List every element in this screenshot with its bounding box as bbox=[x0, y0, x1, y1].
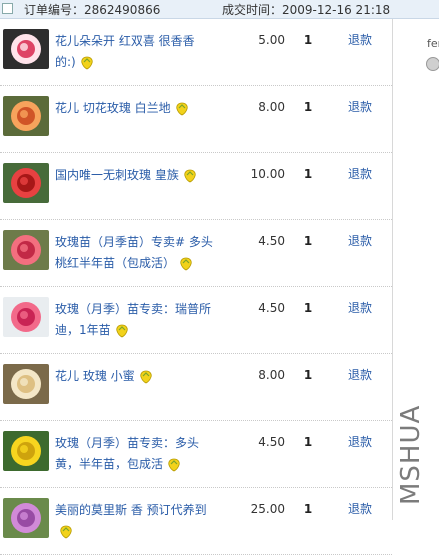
product-quantity: 1 bbox=[303, 100, 313, 114]
product-thumbnail[interactable] bbox=[3, 364, 49, 404]
order-item-row: 国内唯一无刺玫瑰 皇族 10.00 1 退款 bbox=[0, 153, 392, 220]
shop-tag-icon bbox=[111, 323, 129, 337]
shop-tag-icon bbox=[179, 168, 197, 182]
product-title[interactable]: 国内唯一无刺玫瑰 皇族 bbox=[55, 168, 179, 182]
product-thumbnail[interactable] bbox=[3, 498, 49, 538]
order-item-row: 花儿朵朵开 红双喜 很香香的:) 5.00 1 退款 bbox=[0, 19, 392, 86]
refund-link[interactable]: 退款 bbox=[348, 232, 372, 249]
product-title-link[interactable]: 玫瑰苗（月季苗）专卖# 多头桃红半年苗（包成活） bbox=[55, 232, 215, 274]
wangwang-icon[interactable] bbox=[426, 57, 439, 71]
product-quantity: 1 bbox=[303, 167, 313, 181]
order-items-list: 花儿朵朵开 红双喜 很香香的:) 5.00 1 退款 花儿 切花玫瑰 白兰地 8.00 1 退… bbox=[0, 19, 392, 555]
shop-tag-icon bbox=[55, 524, 73, 538]
refund-link[interactable]: 退款 bbox=[348, 366, 372, 383]
order-item-row: 美丽的莫里斯 香 预订代养到 25.00 1 退款 bbox=[0, 488, 392, 555]
product-quantity: 1 bbox=[303, 301, 313, 315]
order-checkbox[interactable] bbox=[2, 3, 13, 14]
refund-link[interactable]: 退款 bbox=[348, 98, 372, 115]
refund-link[interactable]: 退款 bbox=[348, 500, 372, 517]
order-header: 订单编号：2862490866 成交时间：2009-12-16 21:18 bbox=[0, 0, 439, 19]
order-number: 订单编号：2862490866 bbox=[24, 3, 161, 17]
shop-tag-icon bbox=[171, 101, 189, 115]
product-price: 4.50 bbox=[258, 435, 285, 449]
product-thumbnail[interactable] bbox=[3, 230, 49, 270]
product-title[interactable]: 玫瑰（月季）苗专卖：瑞普所迪，1年苗 bbox=[55, 302, 211, 337]
watermark: MSHUA bbox=[396, 404, 426, 505]
shop-tag-icon bbox=[135, 369, 153, 383]
order-item-row: 花儿 切花玫瑰 白兰地 8.00 1 退款 bbox=[0, 86, 392, 153]
shop-tag-icon bbox=[175, 256, 193, 270]
product-quantity: 1 bbox=[303, 502, 313, 516]
refund-link[interactable]: 退款 bbox=[348, 31, 372, 48]
product-title-link[interactable]: 玫瑰（月季）苗专卖：瑞普所迪，1年苗 bbox=[55, 299, 215, 341]
order-time: 成交时间：2009-12-16 21:18 bbox=[222, 3, 391, 17]
product-price: 10.00 bbox=[250, 167, 285, 181]
refund-link[interactable]: 退款 bbox=[348, 299, 372, 316]
product-title-link[interactable]: 玫瑰（月季）苗专卖：多头黄，半年苗，包成活 bbox=[55, 433, 215, 475]
product-price: 8.00 bbox=[258, 100, 285, 114]
product-quantity: 1 bbox=[303, 368, 313, 382]
product-quantity: 1 bbox=[303, 435, 313, 449]
order-item-row: 玫瑰（月季）苗专卖：瑞普所迪，1年苗 4.50 1 退款 bbox=[0, 287, 392, 354]
product-title-link[interactable]: 花儿 切花玫瑰 白兰地 bbox=[55, 98, 215, 119]
product-price: 4.50 bbox=[258, 234, 285, 248]
refund-link[interactable]: 退款 bbox=[348, 165, 372, 182]
order-item-row: 玫瑰苗（月季苗）专卖# 多头桃红半年苗（包成活） 4.50 1 退款 bbox=[0, 220, 392, 287]
product-thumbnail[interactable] bbox=[3, 96, 49, 136]
product-thumbnail[interactable] bbox=[3, 431, 49, 471]
product-title[interactable]: 美丽的莫里斯 香 预订代养到 bbox=[55, 503, 207, 517]
product-title-link[interactable]: 国内唯一无刺玫瑰 皇族 bbox=[55, 165, 215, 186]
product-price: 25.00 bbox=[250, 502, 285, 516]
product-price: 4.50 bbox=[258, 301, 285, 315]
product-thumbnail[interactable] bbox=[3, 297, 49, 337]
product-quantity: 1 bbox=[303, 234, 313, 248]
product-price: 5.00 bbox=[258, 33, 285, 47]
order-item-row: 玫瑰（月季）苗专卖：多头黄，半年苗，包成活 4.50 1 退款 bbox=[0, 421, 392, 488]
shop-tag-icon bbox=[76, 55, 94, 69]
product-price: 8.00 bbox=[258, 368, 285, 382]
product-quantity: 1 bbox=[303, 33, 313, 47]
order-item-row: 花儿 玫瑰 小蜜 8.00 1 退款 bbox=[0, 354, 392, 421]
seller-name[interactable]: fen bbox=[427, 37, 439, 50]
column-divider bbox=[392, 19, 393, 520]
product-title[interactable]: 花儿 切花玫瑰 白兰地 bbox=[55, 101, 171, 115]
product-title[interactable]: 花儿 玫瑰 小蜜 bbox=[55, 369, 135, 383]
shop-tag-icon bbox=[163, 457, 181, 471]
product-title-link[interactable]: 花儿朵朵开 红双喜 很香香的:) bbox=[55, 31, 215, 73]
product-title-link[interactable]: 美丽的莫里斯 香 预订代养到 bbox=[55, 500, 215, 542]
product-thumbnail[interactable] bbox=[3, 29, 49, 69]
product-thumbnail[interactable] bbox=[3, 163, 49, 203]
refund-link[interactable]: 退款 bbox=[348, 433, 372, 450]
product-title-link[interactable]: 花儿 玫瑰 小蜜 bbox=[55, 366, 215, 387]
